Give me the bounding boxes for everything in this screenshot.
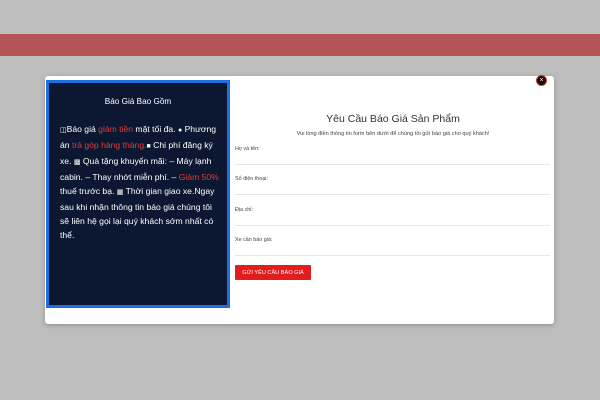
name-label: Họ và tên:: [235, 146, 260, 152]
highlight-installment: trả góp hàng tháng.: [71, 140, 147, 150]
address-field-group: Địa chỉ:: [235, 207, 550, 226]
name-input[interactable]: [235, 153, 550, 165]
close-button[interactable]: ×: [536, 75, 547, 86]
address-label: Địa chỉ:: [235, 207, 253, 213]
info-panel: Báo Giá Bao Gồm ◫Báo giá giảm tiền mặt t…: [46, 80, 230, 308]
name-field-group: Họ và tên:: [235, 146, 550, 165]
info-text-2: mặt tối đa.: [133, 124, 178, 134]
close-icon: ×: [539, 77, 544, 84]
address-input[interactable]: [235, 214, 550, 226]
highlight-cash-discount: giảm tiền: [98, 124, 134, 134]
top-banner: [0, 34, 600, 56]
document-icon: ◫: [60, 127, 67, 134]
form-subtitle: Vui lòng điền thông tin form bên dưới để…: [296, 131, 490, 137]
form-title: Yêu Cầu Báo Giá Sản Phẩm: [326, 113, 460, 125]
info-text-1: Báo giá: [66, 124, 99, 134]
vehicle-label: Xe cần báo giá:: [235, 237, 273, 243]
vehicle-input[interactable]: [235, 244, 550, 256]
info-title: Báo Giá Bao Gồm: [104, 97, 172, 106]
info-text-6: thuế trước bạ.: [60, 186, 117, 196]
phone-label: Số điện thoại:: [235, 176, 268, 182]
quote-form: Yêu Cầu Báo Giá Sản Phẩm Vui lòng điền t…: [233, 110, 553, 310]
phone-input[interactable]: [235, 183, 550, 195]
highlight-tax-discount: Giảm 50%: [178, 172, 219, 182]
info-body: ◫Báo giá giảm tiền mặt tối đa. ● Phương …: [60, 122, 222, 242]
submit-quote-button[interactable]: GỬI YÊU CẦU BÁO GIÁ: [235, 265, 311, 280]
phone-field-group: Số điện thoại:: [235, 176, 550, 195]
vehicle-field-group: Xe cần báo giá:: [235, 237, 550, 256]
